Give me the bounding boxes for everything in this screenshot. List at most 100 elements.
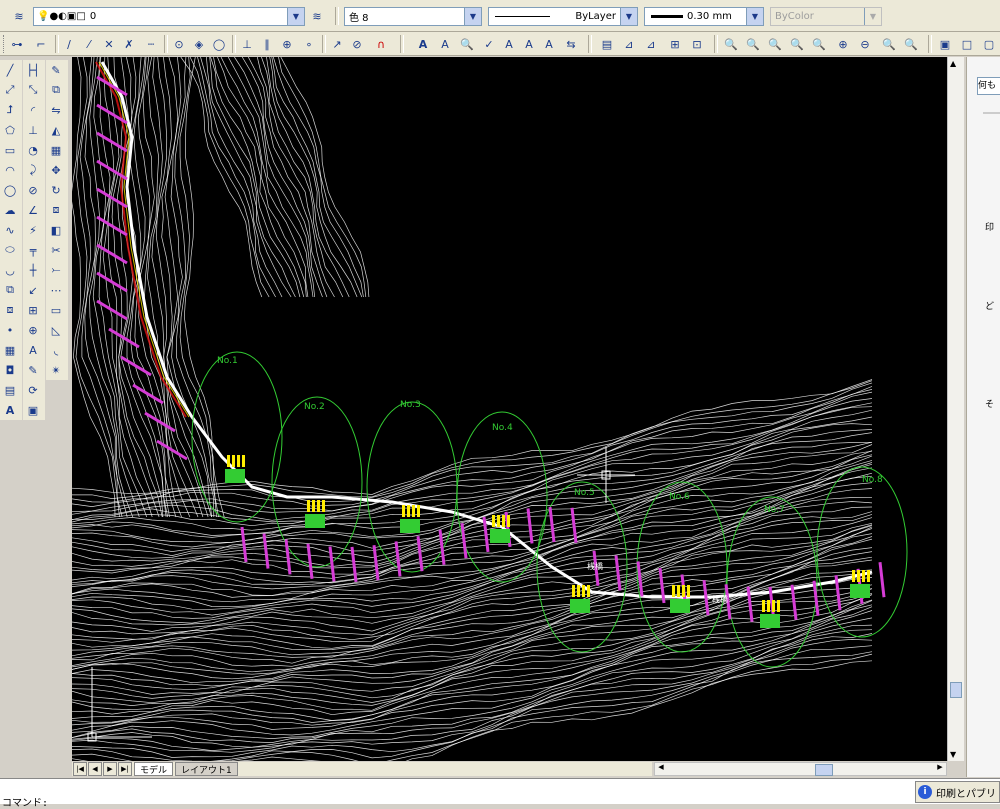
print-publish-button[interactable]: i 印刷とパブリ [915,781,1000,803]
linetype-combo[interactable]: ByLayer ▼ [488,7,638,26]
first-tab-button[interactable]: |◀ [73,762,87,776]
layer-previous-icon[interactable]: ≋ [308,7,326,25]
table-tool-icon[interactable]: ▤ [598,35,616,53]
radius-icon[interactable]: ◔ [23,140,43,160]
palette-section-label[interactable]: 印 [985,220,994,233]
palette-section-label[interactable]: そ [985,397,994,410]
extend-icon[interactable]: ⤚ [46,260,66,280]
tolerance-icon[interactable]: ⊞ [23,300,43,320]
polyline-icon[interactable]: ⮥ [0,100,20,120]
array-icon[interactable]: ▦ [46,140,66,160]
table-icon[interactable]: ▤ [0,380,20,400]
mirror-icon[interactable]: ⇋ [46,100,66,120]
toolbar-grip[interactable] [3,35,7,53]
zoom-out-icon[interactable]: ⊖ [856,35,874,53]
vertical-scrollbar[interactable]: ▲ ▼ [947,57,964,761]
scroll-left-icon[interactable]: ◀ [655,763,667,775]
zoom-in-icon[interactable]: ⊕ [834,35,852,53]
linear-dim-icon[interactable]: ├┤ [23,60,43,80]
chamfer-icon[interactable]: ◺ [46,320,66,340]
single-viewport-icon[interactable]: □ [958,35,976,53]
multiline-text-icon[interactable]: A [436,35,454,53]
rotate-icon[interactable]: ↻ [46,180,66,200]
snap-apparent-icon[interactable]: ✗ [120,35,138,53]
zoom-center-icon[interactable]: 🔍 [788,35,806,53]
viewport-icon[interactable]: ▣ [936,35,954,53]
lineweight-combo[interactable]: 0.30 mm ▼ [644,7,764,26]
snap-from-icon[interactable]: ⌐ [32,35,50,53]
find-text-icon[interactable]: 🔍 [458,35,476,53]
dimension-style-icon[interactable]: ⊿ [620,35,638,53]
tab-model[interactable]: モデル [134,762,174,776]
copy-icon[interactable]: ⧉ [46,80,66,100]
osnap-settings-icon[interactable]: ∩ [372,35,390,53]
tab-layout1[interactable]: レイアウト1 [175,762,238,776]
offset-icon[interactable]: ◭ [46,120,66,140]
text-icon[interactable]: A [414,35,432,53]
revision-cloud-icon[interactable]: ☁ [0,200,20,220]
trim-icon[interactable]: ✂ [46,240,66,260]
chevron-down-icon[interactable]: ▼ [464,8,481,25]
join-icon[interactable]: ▭ [46,300,66,320]
jogged-icon[interactable]: ⤸ [23,160,43,180]
snap-intersection-icon[interactable]: ✕ [100,35,118,53]
vertical-scroll-thumb[interactable] [950,682,962,698]
chevron-down-icon[interactable]: ▼ [287,8,304,25]
snap-midpoint-icon[interactable]: ⁄ [80,35,98,53]
snap-parallel-icon[interactable]: ∥ [258,35,276,53]
explode-icon[interactable]: ✴ [46,360,66,380]
last-tab-button[interactable]: ▶| [118,762,132,776]
zoom-dynamic-icon[interactable]: 🔍 [744,35,762,53]
snap-extension-icon[interactable]: ┄ [142,35,160,53]
scroll-down-icon[interactable]: ▼ [950,750,956,759]
scale-icon[interactable]: ⧈ [46,200,66,220]
chevron-down-icon[interactable]: ▼ [620,8,637,25]
snap-quadrant-icon[interactable]: ◈ [190,35,208,53]
snap-perpendicular-icon[interactable]: ⊥ [238,35,256,53]
circle-icon[interactable]: ◯ [0,180,20,200]
command-line[interactable]: コマンド: [0,778,1000,809]
dimension-edit-icon[interactable]: ⊞ [666,35,684,53]
snap-insert-icon[interactable]: ⊕ [278,35,296,53]
snap-nearest-icon[interactable]: ↗ [328,35,346,53]
layer-tool-icon[interactable]: ⊡ [688,35,706,53]
zoom-object-icon[interactable]: 🔍 [810,35,828,53]
text-style-icon[interactable]: A [500,35,518,53]
leader-icon[interactable]: ↙ [23,280,43,300]
ellipse-arc-icon[interactable]: ◡ [0,260,20,280]
zoom-window-icon[interactable]: 🔍 [722,35,740,53]
polygon-icon[interactable]: ⬠ [0,120,20,140]
next-tab-button[interactable]: ▶ [103,762,117,776]
dim-style-icon[interactable]: ▣ [23,400,43,420]
justify-text-icon[interactable]: A [540,35,558,53]
snap-none-icon[interactable]: ⊘ [348,35,366,53]
snap-node-icon[interactable]: ∘ [300,35,318,53]
ordinate-icon[interactable]: ⊥ [23,120,43,140]
hatch-icon[interactable]: ▦ [0,340,20,360]
line-icon[interactable]: ╱ [0,60,20,80]
scroll-right-icon[interactable]: ▶ [934,763,946,775]
search-input[interactable]: 何も [977,77,1000,95]
diameter-icon[interactable]: ⊘ [23,180,43,200]
zoom-all-icon[interactable]: 🔍 [880,35,898,53]
aligned-dim-icon[interactable]: ⤡ [23,80,43,100]
horizontal-scroll-thumb[interactable] [815,764,833,776]
ellipse-icon[interactable]: ⬭ [0,240,20,260]
snap-center-icon[interactable]: ⊙ [170,35,188,53]
spell-check-icon[interactable]: ✓ [480,35,498,53]
clip-viewport-icon[interactable]: ▢ [980,35,998,53]
mtext-icon[interactable]: A [0,400,20,420]
scale-text-icon[interactable]: A [520,35,538,53]
dim-text-edit-icon[interactable]: ✎ [23,360,43,380]
temp-track-icon[interactable]: ⊶ [8,35,26,53]
layer-manager-icon[interactable]: ≋ [10,7,28,25]
dim-edit-icon[interactable]: A [23,340,43,360]
prev-tab-button[interactable]: ◀ [88,762,102,776]
color-combo[interactable]: 色 8 ▼ [344,7,482,26]
layer-combo[interactable]: 💡●◐▣□ 0 ▼ [33,7,305,26]
arc-length-icon[interactable]: ◜ [23,100,43,120]
baseline-icon[interactable]: ╤ [23,240,43,260]
arc-icon[interactable]: ◠ [0,160,20,180]
dimension-update-icon[interactable]: ⊿ [642,35,660,53]
spline-icon[interactable]: ∿ [0,220,20,240]
